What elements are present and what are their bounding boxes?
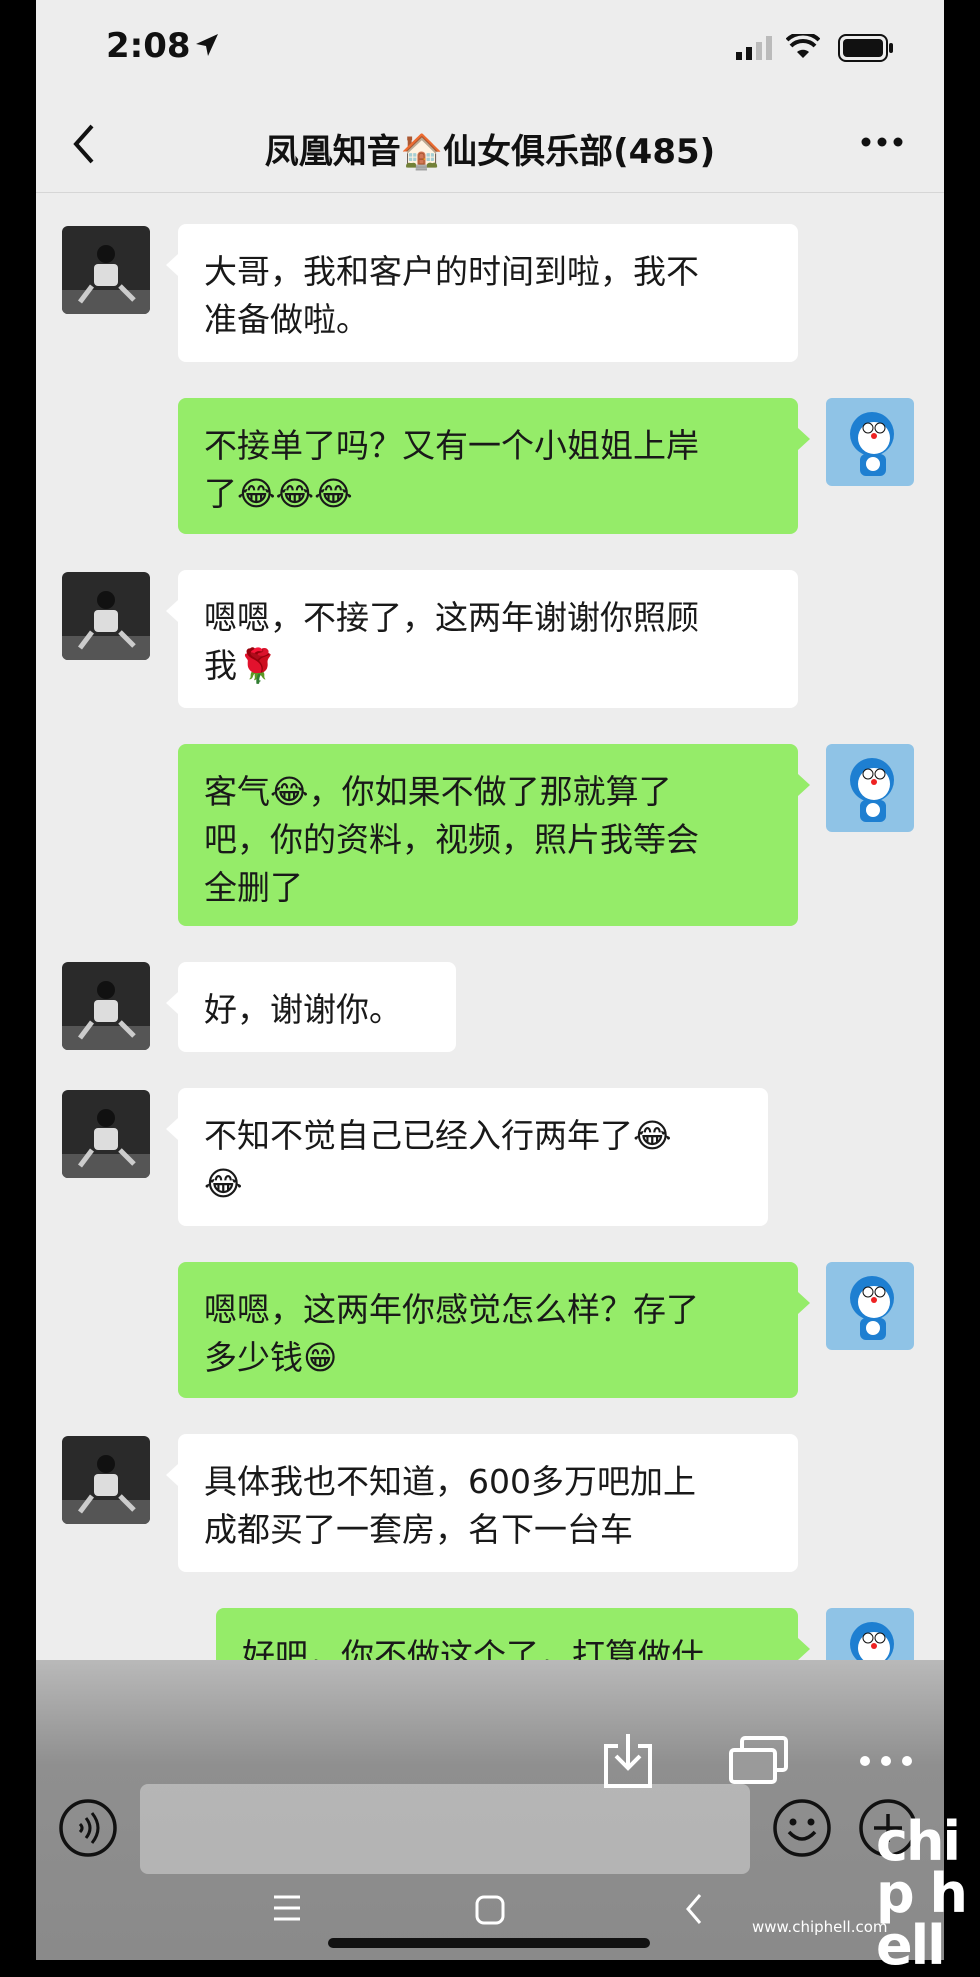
message-line: 嗯嗯，这两年你感觉怎么样？存了 xyxy=(204,1290,699,1329)
contact-avatar[interactable] xyxy=(62,572,150,660)
my-avatar[interactable] xyxy=(826,744,914,832)
back-nav-icon[interactable] xyxy=(684,1892,704,1926)
message-bubble[interactable]: 不接单了吗？又有一个小姐姐上岸 了😂😂😂 xyxy=(178,398,810,534)
message-line: 准备做啦。 xyxy=(204,300,369,339)
chat-title: 凤凰知音🏠仙女俱乐部(485) xyxy=(264,132,716,172)
message-line: 不接单了吗？又有一个小姐姐上岸 xyxy=(204,426,699,465)
emoji-icon[interactable] xyxy=(772,1798,832,1858)
message-line: 多少钱 xyxy=(204,1338,303,1377)
home-icon[interactable] xyxy=(474,1894,506,1926)
message-line: 客气 xyxy=(204,772,270,811)
message-line: 了 xyxy=(204,474,237,513)
emoji: 😂 xyxy=(204,1164,243,1203)
home-indicator xyxy=(328,1938,650,1948)
message-line: 吧，你的资料，视频，照片我等会 xyxy=(204,820,699,859)
status-bar: 2:08 xyxy=(36,0,944,96)
message-input[interactable] xyxy=(140,1784,750,1874)
contact-avatar[interactable] xyxy=(62,226,150,314)
message-bubble[interactable]: 好，谢谢你。 xyxy=(166,962,456,1052)
more-actions-icon[interactable] xyxy=(858,1754,914,1768)
emoji: 😁 xyxy=(303,1338,338,1377)
menu-icon[interactable] xyxy=(272,1894,302,1922)
message-bubble[interactable]: 大哥，我和客户的时间到啦，我不 准备做啦。 xyxy=(166,224,798,362)
chat-header: 凤凰知音🏠仙女俱乐部(485) xyxy=(36,96,944,193)
message-bubble[interactable]: 不知不觉自己已经入行两年了😂 😂 xyxy=(166,1088,768,1226)
signal-icon xyxy=(736,36,772,60)
battery-icon xyxy=(838,34,893,62)
watermark-url: www.chiphell.com xyxy=(752,1918,888,1936)
message-line: ，你如果不做了那就算了 xyxy=(308,772,672,811)
message-line: 嗯嗯，不接了，这两年谢谢你照顾 xyxy=(204,598,699,637)
message-line: 不知不觉自己已经入行两年了 xyxy=(204,1116,633,1155)
emoji: 😂😂😂 xyxy=(237,474,353,513)
message-line: 大哥，我和客户的时间到啦，我不 xyxy=(204,252,699,291)
emoji: 🌹 xyxy=(237,646,279,685)
my-avatar[interactable] xyxy=(826,1262,914,1350)
contact-avatar[interactable] xyxy=(62,962,150,1050)
contact-avatar[interactable] xyxy=(62,1090,150,1178)
watermark-logo: chip hell xyxy=(876,1810,968,1977)
location-arrow-icon xyxy=(196,34,218,56)
wifi-icon xyxy=(786,34,820,58)
emoji: 😂 xyxy=(270,772,309,811)
message-line: 成都买了一套房，名下一台车 xyxy=(204,1510,633,1549)
emoji: 😂 xyxy=(633,1116,672,1155)
message-bubble[interactable]: 客气😂，你如果不做了那就算了 吧，你的资料，视频，照片我等会 全删了 xyxy=(178,744,810,926)
message-bubble[interactable]: 嗯嗯，这两年你感觉怎么样？存了 多少钱😁 xyxy=(178,1262,810,1398)
message-line: 我 xyxy=(204,646,237,685)
message-bubble[interactable]: 嗯嗯，不接了，这两年谢谢你照顾 我🌹 xyxy=(166,570,798,708)
voice-icon[interactable] xyxy=(58,1798,118,1858)
chat-screen: 2:08 凤凰知音🏠仙女俱乐部(485) 大哥，我和客户的时间到啦，我不 准备做… xyxy=(36,0,944,1960)
more-icon[interactable] xyxy=(860,136,904,148)
message-line: 好，谢谢你。 xyxy=(204,990,402,1029)
message-line: 具体我也不知道，600多万吧加上 xyxy=(204,1462,696,1501)
message-line: 全删了 xyxy=(204,868,303,907)
my-avatar[interactable] xyxy=(826,398,914,486)
contact-avatar[interactable] xyxy=(62,1436,150,1524)
message-bubble[interactable]: 具体我也不知道，600多万吧加上 成都买了一套房，名下一台车 xyxy=(166,1434,798,1572)
status-time: 2:08 xyxy=(106,26,191,66)
